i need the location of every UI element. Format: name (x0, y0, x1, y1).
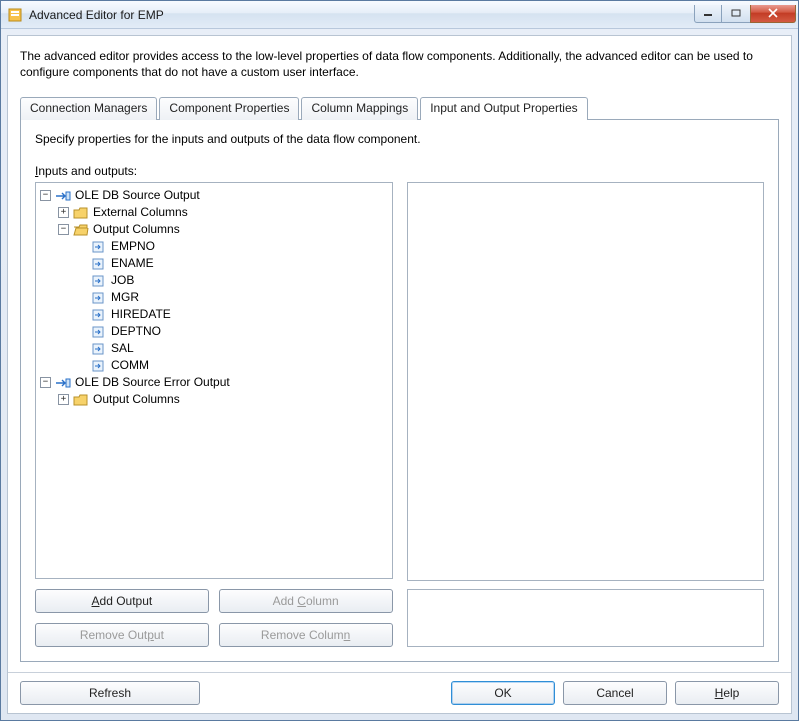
folder-icon (73, 206, 89, 220)
add-column-button[interactable]: Add Column (219, 589, 393, 613)
output-icon (55, 376, 71, 390)
tree-node-label: OLE DB Source Error Output (75, 374, 230, 391)
collapse-icon[interactable]: − (58, 224, 69, 235)
tree-node-error-output-columns[interactable]: + Output Columns (58, 391, 390, 408)
column-icon (91, 308, 107, 322)
tab-component-properties[interactable]: Component Properties (159, 97, 299, 120)
property-grid[interactable] (407, 182, 765, 581)
tree-node-column[interactable]: MGR (76, 289, 390, 306)
column-icon (91, 274, 107, 288)
column-icon (91, 257, 107, 271)
remove-column-button[interactable]: Remove Column (219, 623, 393, 647)
folder-open-icon (73, 223, 89, 237)
minimize-button[interactable] (694, 5, 722, 23)
tab-input-output-properties[interactable]: Input and Output Properties (420, 97, 587, 120)
column-icon (91, 291, 107, 305)
tree-node-column[interactable]: JOB (76, 272, 390, 289)
column-icon (91, 325, 107, 339)
tree-label: Inputs and outputs: (35, 164, 764, 178)
column-icon (91, 342, 107, 356)
close-button[interactable] (750, 5, 796, 23)
output-icon (55, 189, 71, 203)
tree-node-column[interactable]: SAL (76, 340, 390, 357)
tree-node-column[interactable]: COMM (76, 357, 390, 374)
help-button[interactable]: Help (675, 681, 779, 705)
column-icon (91, 240, 107, 254)
collapse-icon[interactable]: − (40, 377, 51, 388)
tree-node-label: MGR (111, 289, 139, 306)
column-icon (91, 359, 107, 373)
tree-node-output-columns[interactable]: − Output Columns (58, 221, 390, 238)
tree-node-column[interactable]: DEPTNO (76, 323, 390, 340)
remove-output-button[interactable]: Remove Output (35, 623, 209, 647)
panel-instruction: Specify properties for the inputs and ou… (35, 132, 764, 146)
expand-icon[interactable]: + (58, 394, 69, 405)
expand-icon[interactable]: + (58, 207, 69, 218)
tree-node-label: External Columns (93, 204, 188, 221)
titlebar[interactable]: Advanced Editor for EMP (1, 1, 798, 29)
tree-node-label: SAL (111, 340, 134, 357)
dialog-window: Advanced Editor for EMP The advanced edi… (0, 0, 799, 721)
tree-node-error-output[interactable]: − OLE DB Source Error Output (40, 374, 390, 391)
tab-panel: Specify properties for the inputs and ou… (20, 119, 779, 662)
tabstrip: Connection Managers Component Properties… (20, 97, 779, 120)
ok-button[interactable]: OK (451, 681, 555, 705)
add-output-button[interactable]: Add Output (35, 589, 209, 613)
tree-node-source-output[interactable]: − OLE DB Source Output (40, 187, 390, 204)
tree-node-label: OLE DB Source Output (75, 187, 200, 204)
tree-node-column[interactable]: ENAME (76, 255, 390, 272)
tree-node-label: Output Columns (93, 391, 180, 408)
tree-node-label: EMPNO (111, 238, 155, 255)
tab-column-mappings[interactable]: Column Mappings (301, 97, 418, 120)
app-icon (7, 7, 23, 23)
tree-node-column[interactable]: EMPNO (76, 238, 390, 255)
client-area: The advanced editor provides access to t… (7, 35, 792, 714)
tree-node-label: HIREDATE (111, 306, 171, 323)
tree-node-label: COMM (111, 357, 149, 374)
tree-node-external-columns[interactable]: + External Columns (58, 204, 390, 221)
tree-node-label: DEPTNO (111, 323, 161, 340)
dialog-description: The advanced editor provides access to t… (20, 48, 779, 80)
property-description-pane (407, 589, 765, 647)
tree-node-label: ENAME (111, 255, 154, 272)
dialog-footer: Refresh OK Cancel Help (20, 681, 779, 705)
separator (8, 672, 791, 673)
cancel-button[interactable]: Cancel (563, 681, 667, 705)
folder-icon (73, 393, 89, 407)
maximize-button[interactable] (722, 5, 750, 23)
refresh-button[interactable]: Refresh (20, 681, 200, 705)
tab-connection-managers[interactable]: Connection Managers (20, 97, 157, 120)
tree-node-label: JOB (111, 272, 134, 289)
io-tree[interactable]: − OLE DB Source Output + (35, 182, 393, 579)
tree-node-column[interactable]: HIREDATE (76, 306, 390, 323)
window-title: Advanced Editor for EMP (29, 8, 694, 22)
tree-node-label: Output Columns (93, 221, 180, 238)
collapse-icon[interactable]: − (40, 190, 51, 201)
